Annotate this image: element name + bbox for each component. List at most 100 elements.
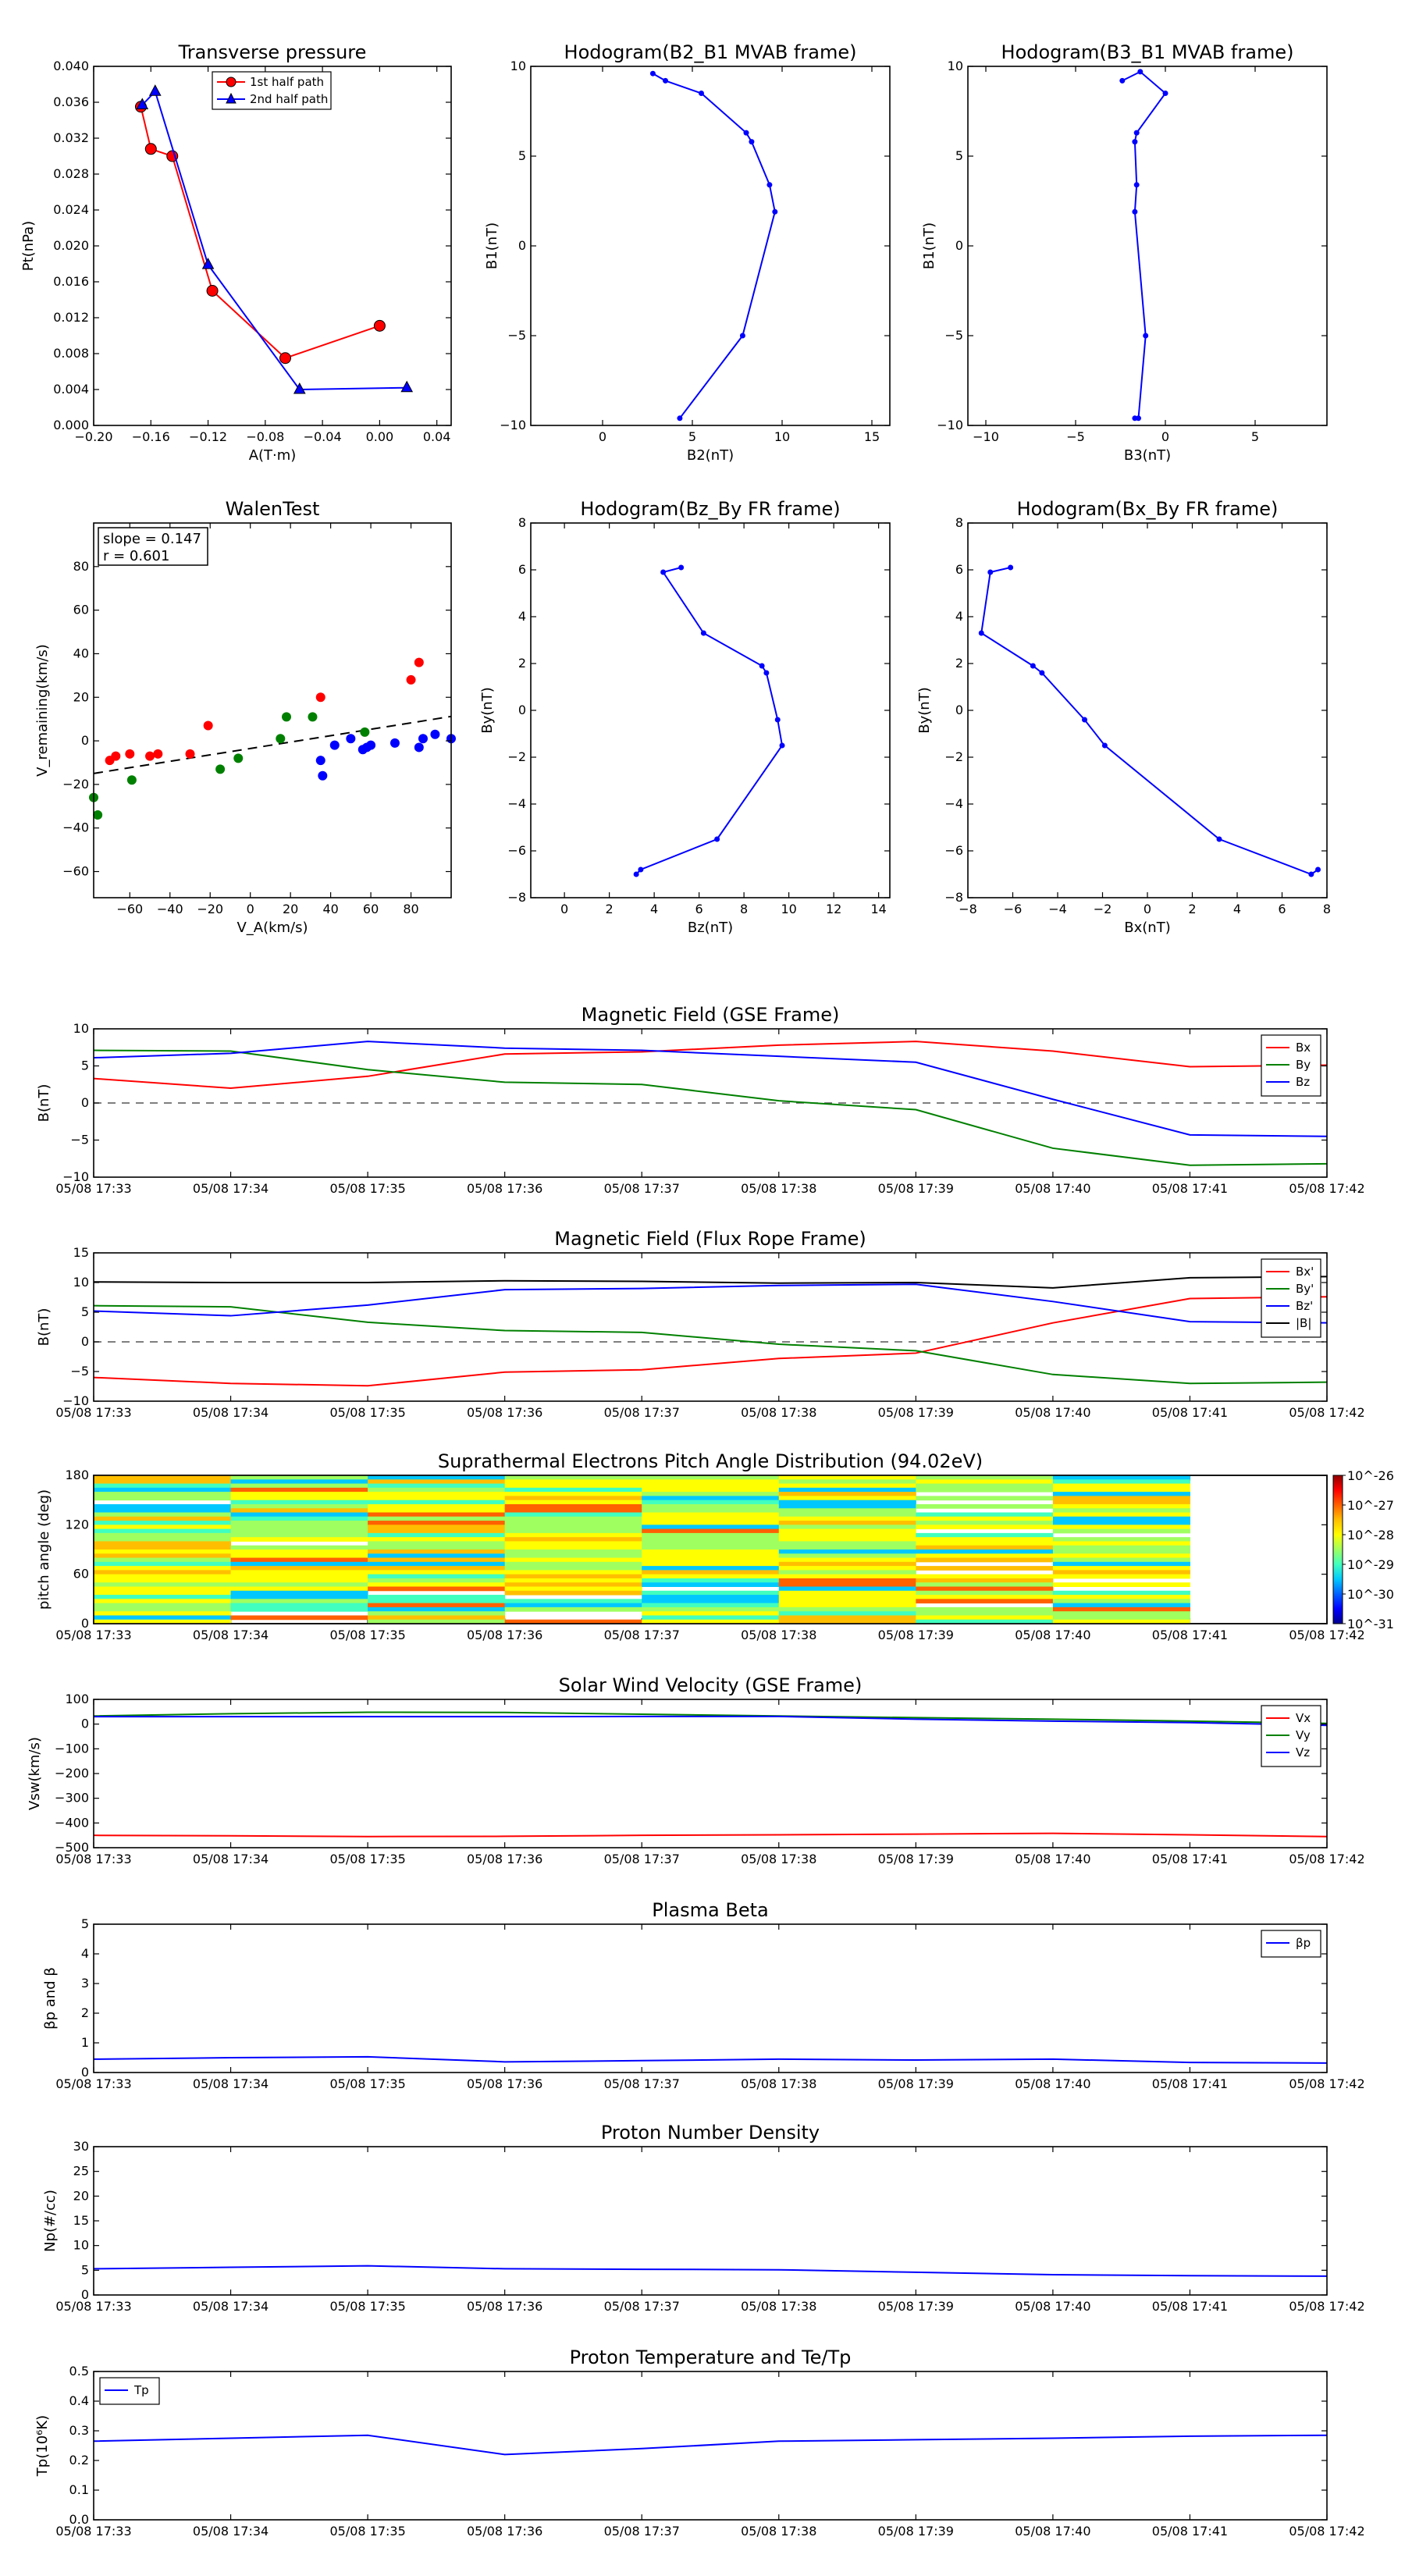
heatmap-cell (230, 1475, 368, 1480)
x-tick-label: 05/08 17:42 (1289, 2524, 1364, 2539)
chart-3: WalenTest −60 −40 −20 0 20 40 60 80 −60 −40 −20 0 20 4… (34, 498, 456, 936)
heatmap-cell (94, 1590, 232, 1596)
heatmap-cell (642, 1553, 780, 1559)
heatmap-cell (1052, 1487, 1190, 1493)
x-axis-label: B2(nT) (687, 447, 734, 464)
y-tick-label: −4 (507, 796, 526, 811)
x-tick-label: 05/08 17:38 (741, 1628, 816, 1642)
x-tick-label: 15 (864, 429, 880, 444)
chart-9: Solar Wind Velocity (GSE Frame)−500−400−… (27, 1674, 1365, 1866)
data-point (1133, 130, 1140, 136)
heatmap-cell (230, 1500, 368, 1505)
heatmap-cell (916, 1525, 1054, 1530)
heatmap-cell (368, 1503, 506, 1509)
heatmap-cell (504, 1487, 642, 1493)
heatmap-cell (230, 1586, 368, 1592)
y-tick-label: 5 (81, 1916, 89, 1931)
data-point (633, 871, 639, 877)
heatmap-cell (642, 1503, 780, 1509)
x-tick-label: 05/08 17:41 (1152, 1852, 1228, 1866)
x-tick-label: 0 (560, 902, 568, 916)
x-tick-label: −4 (1048, 902, 1067, 916)
heatmap-cell (368, 1582, 506, 1587)
heatmap-cell (916, 1566, 1054, 1571)
data-point (400, 380, 414, 393)
series-line-0 (652, 73, 776, 419)
y-axis-label: Tp(10⁶K) (34, 2415, 51, 2477)
y-tick-label: −300 (55, 1791, 89, 1806)
heatmap-cell (368, 1492, 506, 1496)
chart-10: Plasma Beta01234505/08 17:33 05/08 17:34 0… (42, 1899, 1365, 2091)
heatmap-cell (504, 1603, 642, 1608)
heatmap-cell (916, 1483, 1054, 1489)
y-tick-label: 60 (73, 603, 89, 617)
heatmap-cell (1052, 1603, 1190, 1608)
y-tick-label: 0.032 (53, 130, 89, 145)
heatmap-cell (1052, 1611, 1190, 1616)
plot-frame (93, 1252, 1328, 1402)
heatmap-cell (504, 1550, 642, 1554)
heatmap-cell (94, 1595, 232, 1599)
legend: Tp (99, 2377, 160, 2405)
y-tick-label: −400 (55, 1815, 89, 1830)
heatmap-cell (504, 1578, 642, 1583)
annotation-text: r = 0.601 (103, 548, 169, 564)
chart-2: Hodogram(B3_B1 MVAB frame) −10 −5 0 5 −10 −5 0 5… (921, 41, 1328, 464)
heatmap-cell (504, 1566, 642, 1571)
heatmap-cell (368, 1525, 506, 1530)
heatmap-cell (778, 1516, 916, 1521)
series-line-2 (93, 1283, 1328, 1324)
x-tick-label: 05/08 17:40 (1015, 2524, 1090, 2539)
heatmap-cell (368, 1599, 506, 1604)
heatmap-cell (230, 1525, 368, 1530)
heatmap-cell (778, 1541, 916, 1546)
heatmap-cell (778, 1599, 916, 1604)
legend: βp (1261, 1930, 1321, 1958)
data-point (366, 740, 376, 750)
y-tick-label: 10 (73, 1021, 89, 1036)
heatmap-cell (230, 1508, 368, 1513)
plot-frame (967, 66, 1328, 426)
legend-label: Bz' (1296, 1299, 1313, 1313)
heatmap-cell (504, 1606, 642, 1612)
x-tick-label: 05/08 17:33 (55, 1628, 131, 1642)
data-point (279, 352, 291, 365)
heatmap-cell (642, 1528, 780, 1534)
chart-title: Hodogram(Bz_By FR frame) (580, 498, 840, 520)
y-tick-label: −4 (944, 796, 963, 811)
colorbar-tick-label: 10^-26 (1347, 1468, 1394, 1483)
heatmap-cell (230, 1479, 368, 1485)
heatmap-cell (778, 1487, 916, 1493)
heatmap-cell (778, 1500, 916, 1505)
legend-label: By (1296, 1058, 1311, 1072)
data-point (203, 720, 213, 731)
y-tick-label: −10 (937, 418, 963, 432)
heatmap-cell (230, 1566, 368, 1571)
heatmap-cell (230, 1483, 368, 1489)
heatmap-cell (916, 1516, 1054, 1521)
heatmap-cell (1052, 1512, 1190, 1517)
heatmap-cell (368, 1611, 506, 1616)
y-tick-label: 0.016 (53, 274, 89, 289)
x-tick-label: 05/08 17:38 (741, 2076, 816, 2091)
heatmap-cell (504, 1512, 642, 1517)
heatmap-cell (916, 1574, 1054, 1579)
heatmap-cell (642, 1570, 780, 1575)
heatmap-cell (642, 1595, 780, 1599)
data-point (346, 734, 356, 744)
heatmap-cell (1052, 1561, 1190, 1567)
heatmap-cell (368, 1603, 506, 1608)
y-tick-label: 120 (65, 1517, 89, 1532)
x-tick-label: 2 (606, 902, 614, 916)
data-point (282, 712, 292, 722)
data-point (743, 130, 749, 136)
heatmap-cell (642, 1578, 780, 1583)
x-tick-label: 05/08 17:38 (741, 1181, 816, 1196)
x-tick-label: 05/08 17:41 (1152, 1405, 1228, 1420)
x-tick-label: 05/08 17:35 (329, 2076, 405, 2091)
x-tick-label: 05/08 17:37 (604, 1181, 680, 1196)
heatmap-cell (94, 1599, 232, 1604)
y-axis-label: Np(#/cc) (42, 2190, 59, 2252)
heatmap-cell (94, 1541, 232, 1546)
x-tick-label: 05/08 17:34 (193, 1628, 269, 1642)
